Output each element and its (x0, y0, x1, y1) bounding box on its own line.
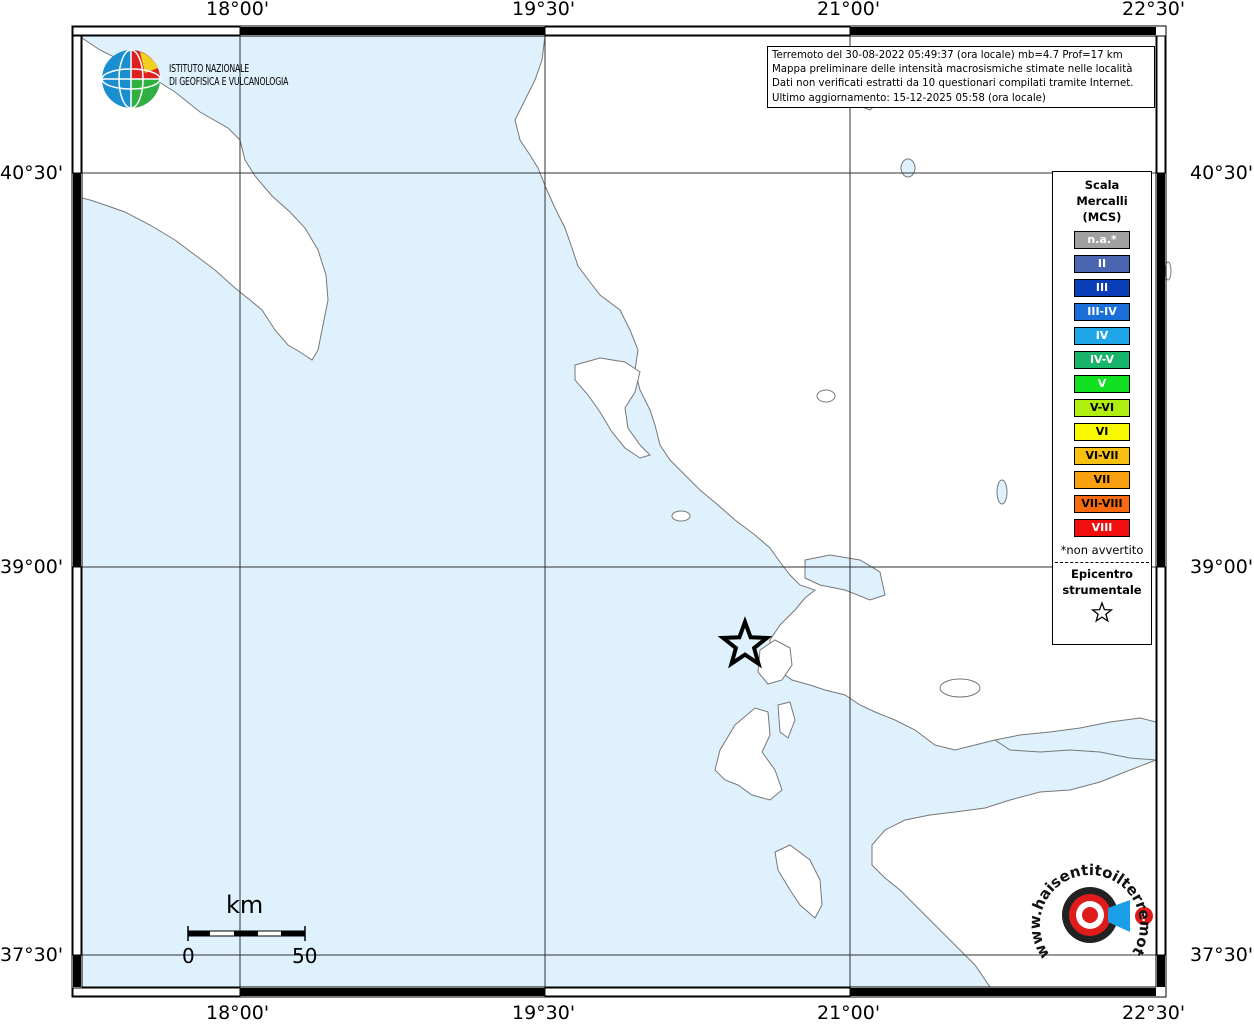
island (996, 479, 1008, 505)
tick-top: 19°30' (512, 0, 576, 20)
scale-min: 0 (182, 944, 195, 968)
mcs-legend: Scala Mercalli (MCS) n.a.* II III III-IV IV I… (1052, 171, 1152, 645)
tick-bottom: 18°00' (206, 1002, 270, 1024)
scale-unit: km (226, 891, 264, 919)
legend-swatch: n.a.* (1074, 231, 1130, 249)
epicenter-legend-star-icon (1053, 601, 1151, 627)
tick-left: 40°30' (0, 162, 64, 184)
legend-swatch: VII (1074, 471, 1130, 489)
legend-swatch: VI-VII (1074, 447, 1130, 465)
legend-title: Scala Mercalli (MCS) (1076, 178, 1128, 224)
scale-max: 50 (292, 944, 318, 968)
legend-swatch: VII-VIII (1074, 495, 1130, 513)
info-line: Terremoto del 30-08-2022 05:49:37 (ora l… (772, 50, 1123, 61)
legend-swatch: II (1074, 255, 1130, 273)
tick-bottom: 19°30' (512, 1002, 576, 1024)
tick-bottom: 21°00' (817, 1002, 881, 1024)
tick-top: 21°00' (817, 0, 881, 20)
tick-left: 37°30' (0, 944, 64, 966)
island (939, 678, 981, 698)
tick-left: 39°00' (0, 556, 64, 578)
tick-bottom: 22°30' (1122, 1002, 1186, 1024)
tick-right: 40°30' (1190, 162, 1254, 184)
info-line: Ultimo aggiornamento: 15-12-2025 05:58 (… (772, 92, 1046, 104)
legend-swatches: n.a.* II III III-IV IV IV-V V V-VI VI VI-VII VII VI… (1053, 231, 1151, 537)
epicenter-legend-title: Epicentro strumentale (1062, 567, 1142, 597)
legend-swatch: VI (1074, 423, 1130, 441)
info-line: Dati non verificati estratti da 10 quest… (772, 78, 1134, 90)
legend-swatch: V-VI (1074, 399, 1130, 417)
legend-note: *non avvertito (1060, 543, 1144, 557)
event-info-box: Terremoto del 30-08-2022 05:49:37 (ora l… (767, 46, 1155, 108)
tick-top: 18°00' (206, 0, 270, 20)
tick-top: 22°30' (1122, 0, 1186, 20)
legend-swatch: III (1074, 279, 1130, 297)
legend-swatch: VIII (1074, 519, 1130, 537)
island (900, 158, 916, 178)
ingv-logo-icon (101, 49, 161, 109)
legend-divider (1055, 562, 1149, 563)
legend-swatch: V (1074, 375, 1130, 393)
tick-right: 39°00' (1190, 556, 1254, 578)
tick-right: 37°30' (1190, 944, 1254, 966)
legend-swatch: III-IV (1074, 303, 1130, 321)
legend-swatch: IV (1074, 327, 1130, 345)
info-line: Mappa preliminare delle intensità macros… (772, 64, 1133, 76)
island (816, 389, 836, 403)
ingv-org-name: ISTITUTO NAZIONALE DI GEOFISICA E VULCAN… (169, 63, 289, 88)
legend-swatch: IV-V (1074, 351, 1130, 369)
island (671, 510, 691, 522)
